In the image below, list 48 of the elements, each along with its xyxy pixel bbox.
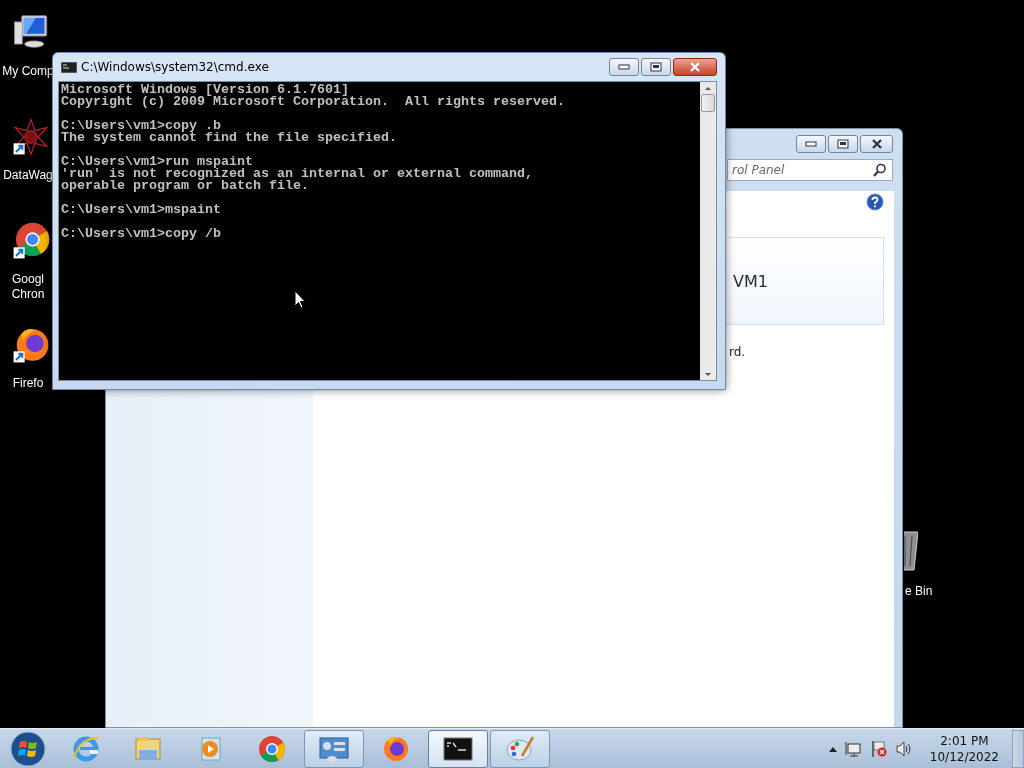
desktop-icon-label: Firefo: [11, 376, 45, 391]
clock[interactable]: 2:01 PM 10/12/2022: [929, 732, 999, 765]
chrome-icon: [256, 733, 288, 764]
search-field[interactable]: rol Panel: [727, 159, 893, 181]
terminal-icon: [61, 61, 77, 73]
maximize-button[interactable]: [641, 58, 671, 76]
help-icon[interactable]: [866, 193, 884, 211]
speaker-icon[interactable]: [894, 740, 913, 757]
close-icon: [870, 139, 883, 149]
mouse-cursor-icon: [294, 290, 306, 309]
maximize-icon: [837, 139, 849, 149]
description-text: rd.: [729, 345, 747, 359]
clock-date: 10/12/2022: [929, 748, 999, 765]
console-line: Microsoft Windows [Version 6.1.7601]: [61, 84, 349, 96]
chrome-icon[interactable]: [12, 222, 50, 260]
firefox-icon[interactable]: [12, 326, 50, 364]
window-title: C:\Windows\system32\cmd.exe: [81, 60, 270, 74]
desktop-icon-label: e Bin: [905, 584, 933, 598]
minimize-icon: [618, 64, 630, 70]
console-line: C:\Users\vm1>mspaint: [61, 204, 222, 216]
close-icon: [689, 62, 701, 72]
minimize-button[interactable]: [609, 58, 639, 76]
console-line: C:\Users\vm1>copy /b: [61, 228, 222, 240]
desktop-icon-label: Googl Chron: [10, 272, 46, 302]
close-button[interactable]: [860, 135, 893, 153]
maximize-button[interactable]: [828, 135, 858, 153]
console-line: The system cannot find the file specified.: [61, 132, 398, 144]
close-button[interactable]: [673, 58, 717, 76]
computer-name: VM1: [733, 271, 768, 291]
flag-icon[interactable]: [869, 739, 888, 758]
console-line: operable program or batch file.: [61, 180, 310, 192]
search-icon: [873, 163, 887, 177]
console-area[interactable]: [59, 82, 700, 380]
clock-time: 2:01 PM: [940, 732, 989, 749]
console-line: 'run' is not recognized as an internal or external command,: [61, 168, 534, 180]
star-burst-icon[interactable]: [12, 118, 50, 156]
console-line: C:\Users\vm1>run mspaint: [61, 156, 254, 168]
minimize-button[interactable]: [796, 135, 826, 153]
maximize-icon: [650, 62, 662, 72]
console-line: Copyright (c) 2009 Microsoft Corporation. All rights reserved.: [61, 96, 566, 108]
desktop-icon-label: DataWag: [2, 168, 54, 183]
scroll-thumb[interactable]: [701, 94, 715, 112]
start-orb-icon: [10, 730, 46, 767]
console-line: C:\Users\vm1>copy .b: [61, 120, 221, 132]
scrollbar[interactable]: [700, 82, 716, 380]
minimize-icon: [805, 141, 817, 147]
taskbar-button[interactable]: [428, 729, 488, 768]
network-icon[interactable]: [844, 740, 863, 757]
